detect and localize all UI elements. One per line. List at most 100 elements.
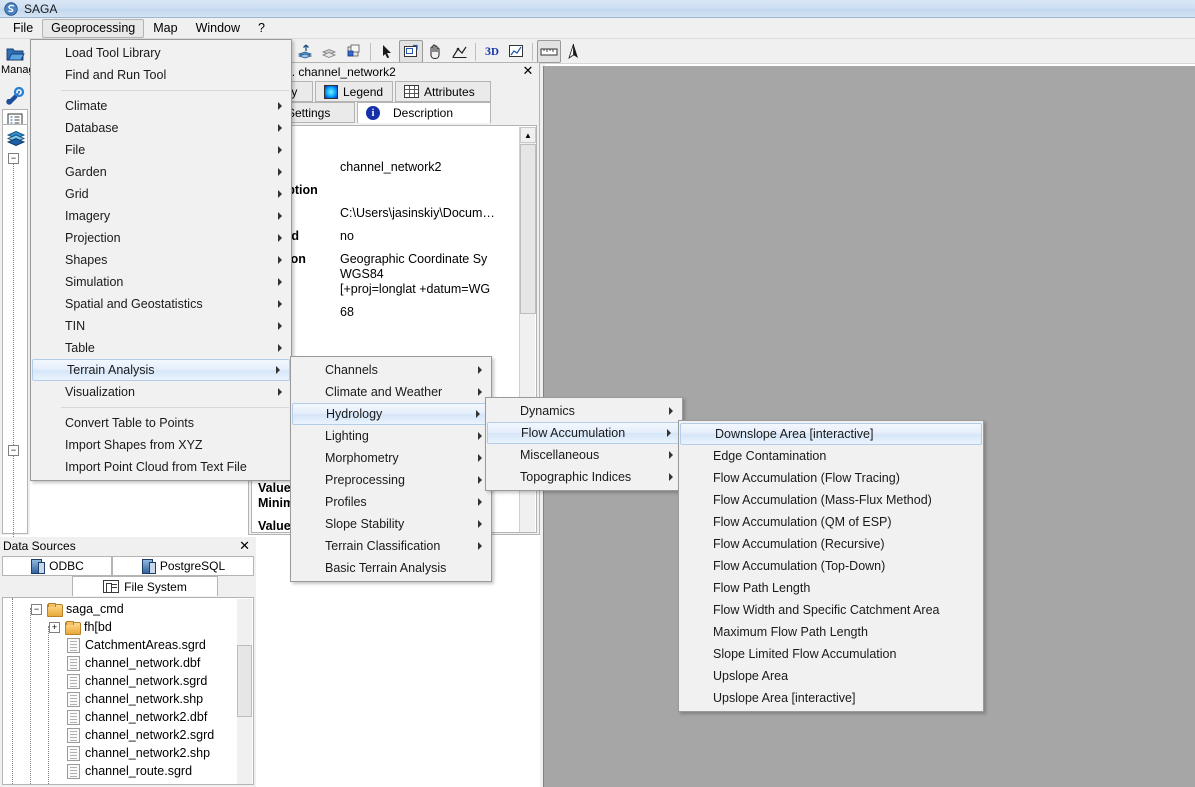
menu-item-flow-accumulation[interactable]: Flow Accumulation	[487, 422, 681, 444]
tab-description[interactable]: i Description	[357, 102, 491, 123]
menubar-item-geoprocessing[interactable]: Geoprocessing	[42, 19, 144, 38]
scatterplot-icon[interactable]	[504, 40, 528, 63]
tree-item[interactable]: channel_network.shp	[67, 690, 203, 708]
tree-item[interactable]: channel_network2.shp	[67, 744, 210, 762]
menu-item-lighting[interactable]: Lighting	[291, 425, 491, 447]
tree-item[interactable]: channel_network2.sgrd	[67, 726, 214, 744]
menu-item-upslope-area[interactable]: Upslope Area	[679, 665, 983, 687]
menu-item-convert-table-to-points[interactable]: Convert Table to Points	[31, 412, 291, 434]
menubar-item-file[interactable]: File	[4, 19, 42, 38]
menu-item-import-point-cloud-from-text-file[interactable]: Import Point Cloud from Text File	[31, 456, 291, 478]
menu-item-file[interactable]: File	[31, 139, 291, 161]
menu-item-flow-accumulation-recursive[interactable]: Flow Accumulation (Recursive)	[679, 533, 983, 555]
tree-item[interactable]: channel_network.sgrd	[67, 672, 207, 690]
tree-item[interactable]: +fh[bd	[49, 618, 112, 636]
measure-distance-icon[interactable]	[447, 40, 471, 63]
tab-legend[interactable]: Legend	[315, 81, 393, 102]
menu-item-visualization[interactable]: Visualization	[31, 381, 291, 403]
menu-item-edge-contamination[interactable]: Edge Contamination	[679, 445, 983, 467]
menu-item-imagery[interactable]: Imagery	[31, 205, 291, 227]
menubar-item-window[interactable]: Window	[187, 19, 249, 38]
tree-collapse-icon[interactable]: −	[31, 604, 42, 615]
data-sources-scrollbar[interactable]	[237, 599, 252, 785]
load-layer-icon[interactable]	[294, 40, 318, 63]
menu-item-table[interactable]: Table	[31, 337, 291, 359]
scrollbar-thumb[interactable]	[237, 645, 252, 717]
menu-item-channels[interactable]: Channels	[291, 359, 491, 381]
tab-odbc[interactable]: ODBC	[2, 556, 112, 576]
menu-item-spatial-and-geostatistics[interactable]: Spatial and Geostatistics	[31, 293, 291, 315]
zoom-rectangle-icon[interactable]	[399, 40, 423, 63]
menu-item-morphometry[interactable]: Morphometry	[291, 447, 491, 469]
data-sources-tree[interactable]: −saga_cmd+fh[bdCatchmentAreas.sgrdchanne…	[2, 597, 254, 785]
menubar-item-[interactable]: ?	[249, 19, 274, 38]
pointer-select-icon[interactable]	[375, 40, 399, 63]
menu-item-maximum-flow-path-length[interactable]: Maximum Flow Path Length	[679, 621, 983, 643]
menu-item-dynamics[interactable]: Dynamics	[486, 400, 682, 422]
menu-item-preprocessing[interactable]: Preprocessing	[291, 469, 491, 491]
menu-item-climate[interactable]: Climate	[31, 95, 291, 117]
tree-item[interactable]: channel_route.sgrd	[67, 762, 192, 780]
menu-item-label: Slope Stability	[325, 517, 404, 531]
scrollbar-thumb[interactable]	[520, 144, 536, 314]
menu-item-downslope-area-interactive[interactable]: Downslope Area [interactive]	[680, 423, 982, 445]
menu-item-topographic-indices[interactable]: Topographic Indices	[486, 466, 682, 488]
menu-item-label: Simulation	[65, 275, 123, 289]
manager-tree[interactable]: − −	[2, 124, 28, 534]
tab-postgresql[interactable]: PostgreSQL	[112, 556, 254, 576]
menu-item-find-and-run-tool[interactable]: Find and Run Tool	[31, 64, 291, 86]
manager-panel-tab-label[interactable]: Manag	[0, 64, 30, 82]
menu-item-label: File	[65, 143, 85, 157]
menu-item-shapes[interactable]: Shapes	[31, 249, 291, 271]
menu-item-terrain-classification[interactable]: Terrain Classification	[291, 535, 491, 557]
tab-attributes[interactable]: Attributes	[395, 81, 491, 102]
menu-item-basic-terrain-analysis[interactable]: Basic Terrain Analysis	[291, 557, 491, 579]
menu-item-profiles[interactable]: Profiles	[291, 491, 491, 513]
tree-expand-icon[interactable]: +	[49, 622, 60, 633]
menu-item-slope-stability[interactable]: Slope Stability	[291, 513, 491, 535]
tree-expander-root[interactable]: −	[8, 153, 19, 164]
tree-item[interactable]: CatchmentAreas.sgrd	[67, 636, 206, 654]
menu-item-flow-path-length[interactable]: Flow Path Length	[679, 577, 983, 599]
tool-library-icon[interactable]	[2, 84, 28, 108]
print-icon[interactable]	[342, 40, 366, 63]
open-workspace-icon[interactable]	[2, 42, 28, 66]
menu-item-miscellaneous[interactable]: Miscellaneous	[486, 444, 682, 466]
tree-expander-node[interactable]: −	[8, 445, 19, 456]
layers-icon[interactable]	[6, 129, 26, 150]
menu-item-load-tool-library[interactable]: Load Tool Library	[31, 42, 291, 64]
north-arrow-icon[interactable]	[561, 40, 585, 63]
menu-item-import-shapes-from-xyz[interactable]: Import Shapes from XYZ	[31, 434, 291, 456]
menu-item-upslope-area-interactive[interactable]: Upslope Area [interactive]	[679, 687, 983, 709]
menu-item-projection[interactable]: Projection	[31, 227, 291, 249]
ruler-icon[interactable]	[537, 40, 561, 63]
scroll-up-arrow-icon[interactable]: ▲	[520, 127, 536, 143]
menu-item-terrain-analysis[interactable]: Terrain Analysis	[32, 359, 290, 381]
pan-hand-icon[interactable]	[423, 40, 447, 63]
close-icon[interactable]: ✕	[239, 538, 250, 554]
tree-item[interactable]: channel_network2.dbf	[67, 708, 207, 726]
menu-item-database[interactable]: Database	[31, 117, 291, 139]
menu-item-flow-accumulation-top-down[interactable]: Flow Accumulation (Top-Down)	[679, 555, 983, 577]
menu-item-label: Terrain Analysis	[67, 363, 155, 377]
tree-item[interactable]: channel_network.dbf	[67, 654, 200, 672]
menu-item-grid[interactable]: Grid	[31, 183, 291, 205]
menu-item-label: Table	[65, 341, 95, 355]
tree-item[interactable]: −saga_cmd	[31, 600, 124, 618]
menu-separator	[61, 90, 289, 91]
menu-item-flow-accumulation-flow-tracing[interactable]: Flow Accumulation (Flow Tracing)	[679, 467, 983, 489]
menu-item-climate-and-weather[interactable]: Climate and Weather	[291, 381, 491, 403]
menu-item-simulation[interactable]: Simulation	[31, 271, 291, 293]
menu-item-flow-accumulation-mass-flux-method[interactable]: Flow Accumulation (Mass-Flux Method)	[679, 489, 983, 511]
menu-item-flow-width-and-specific-catchment-area[interactable]: Flow Width and Specific Catchment Area	[679, 599, 983, 621]
save-layer-icon[interactable]	[318, 40, 342, 63]
close-icon[interactable]: ✕	[521, 64, 535, 78]
menu-item-garden[interactable]: Garden	[31, 161, 291, 183]
tab-file-system[interactable]: File System	[72, 576, 218, 596]
menu-item-hydrology[interactable]: Hydrology	[292, 403, 490, 425]
menubar-item-map[interactable]: Map	[144, 19, 186, 38]
menu-item-slope-limited-flow-accumulation[interactable]: Slope Limited Flow Accumulation	[679, 643, 983, 665]
menu-item-tin[interactable]: TIN	[31, 315, 291, 337]
3d-view-icon[interactable]: 3D	[480, 40, 504, 63]
menu-item-flow-accumulation-qm-of-esp[interactable]: Flow Accumulation (QM of ESP)	[679, 511, 983, 533]
